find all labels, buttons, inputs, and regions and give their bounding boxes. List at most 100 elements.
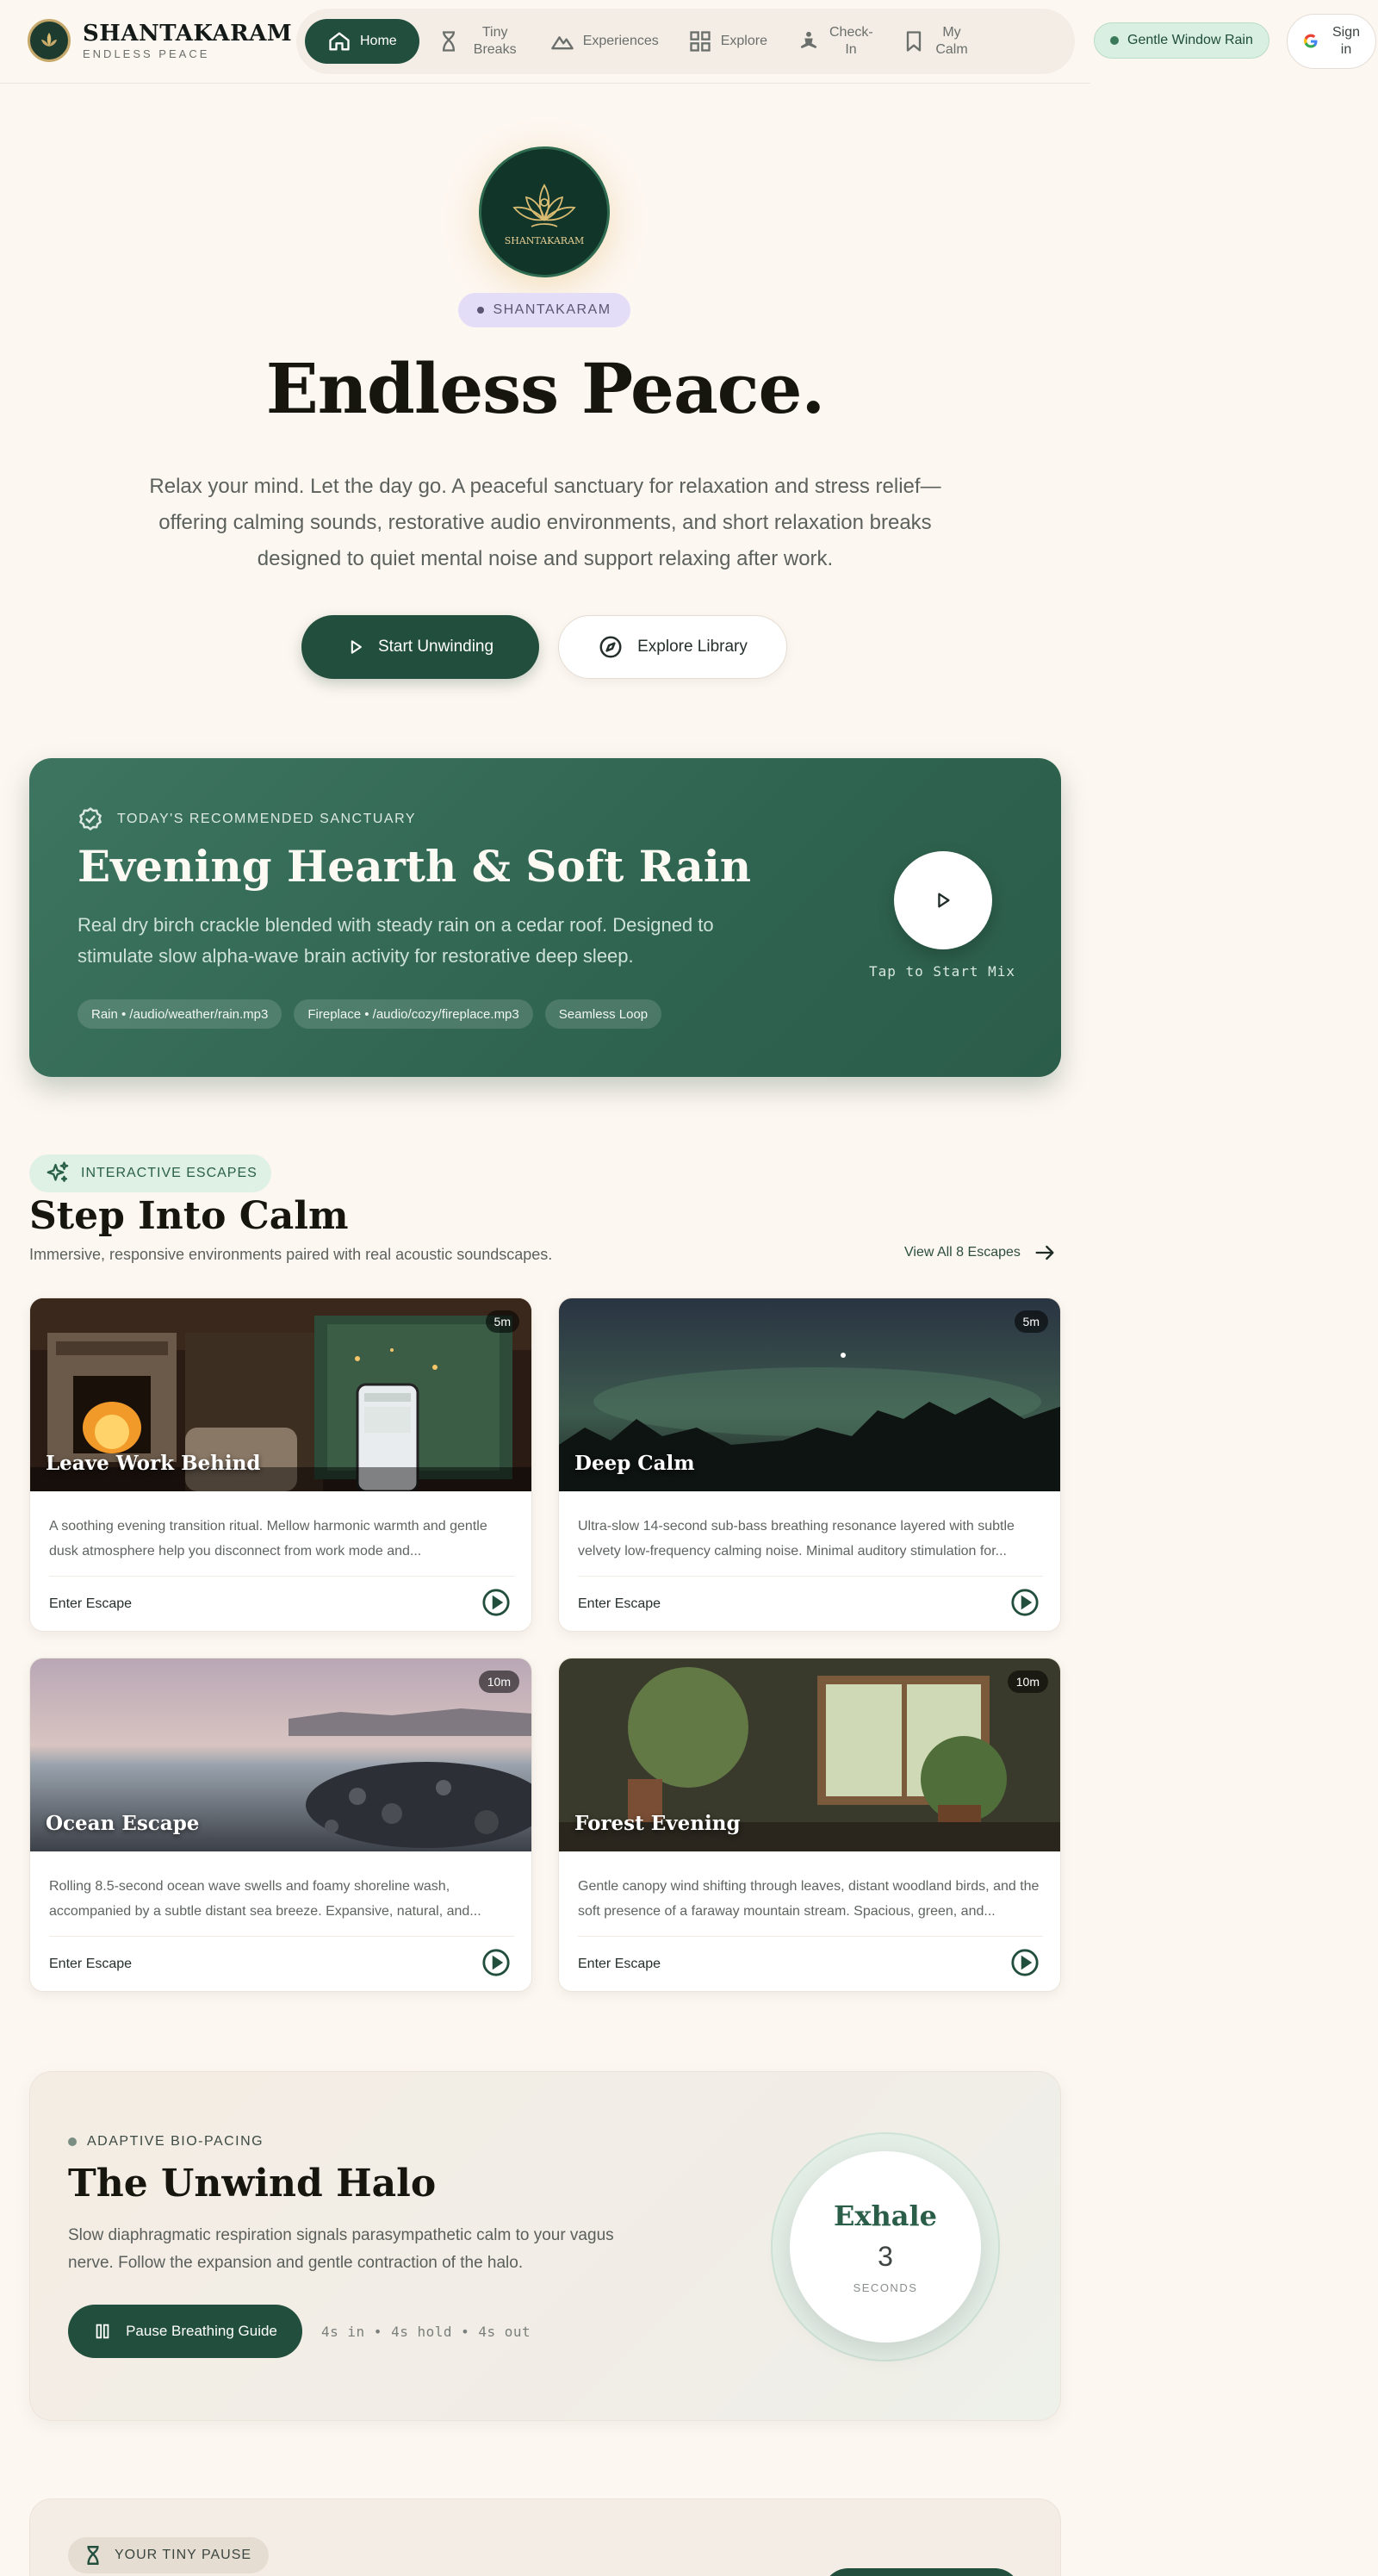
play-circle-icon[interactable] — [481, 1948, 511, 1977]
tiny-pause-button[interactable] — [822, 2568, 1021, 2576]
start-mix-label: Tap to Start Mix — [868, 963, 1016, 980]
explore-library-button[interactable]: Explore Library — [558, 615, 787, 679]
header-divider — [0, 83, 1090, 84]
card-title: Deep Calm — [574, 1452, 695, 1475]
escape-card-ocean-escape[interactable]: 10m Ocean Escape Rolling 8.5-second ocea… — [29, 1658, 532, 1992]
brand-subtitle: ENDLESS PEACE — [83, 47, 210, 60]
play-icon — [938, 893, 950, 908]
tag-fireplace: Fireplace • /audio/cozy/fireplace.mp3 — [294, 999, 533, 1029]
duration-badge: 5m — [1014, 1310, 1048, 1333]
brand-name: SHANTAKARAM — [83, 21, 293, 47]
duration-badge: 5m — [485, 1310, 519, 1333]
start-unwinding-button[interactable]: Start Unwinding — [301, 615, 539, 679]
breath-phase: Exhale — [834, 2200, 937, 2232]
card-description: Gentle canopy wind shifting through leav… — [578, 1879, 1040, 1919]
tag-rain: Rain • /audio/weather/rain.mp3 — [78, 999, 282, 1029]
nav-item-experiences[interactable]: Experiences — [538, 19, 671, 64]
seal-text: SHANTAKARAM — [504, 234, 585, 246]
card-divider — [49, 1576, 514, 1577]
nav-item-tiny-breaks[interactable]: Tiny Breaks — [425, 19, 533, 64]
halo-description: Slow diaphragmatic respiration signals p… — [68, 2226, 614, 2272]
enter-escape-label[interactable]: Enter Escape — [49, 1596, 132, 1612]
escapes-subtitle: Immersive, responsive environments paire… — [29, 1246, 553, 1263]
escapes-badge-label: INTERACTIVE ESCAPES — [81, 1166, 258, 1180]
pause-breathing-guide-button[interactable]: Pause Breathing Guide — [68, 2305, 302, 2358]
recommended-kicker-label: TODAY'S RECOMMENDED SANCTUARY — [117, 812, 417, 826]
now-playing-label: Gentle Window Rain — [1127, 33, 1253, 47]
play-circle-icon[interactable] — [481, 1588, 511, 1617]
nav-label: My Calm — [935, 25, 968, 57]
now-playing-dot — [1110, 36, 1119, 45]
recommended-tags: Rain • /audio/weather/rain.mp3 Fireplace… — [78, 999, 673, 1029]
google-icon — [1304, 34, 1318, 48]
home-icon — [329, 32, 350, 51]
play-circle-icon[interactable] — [1010, 1948, 1040, 1977]
nav-item-explore[interactable]: Explore — [676, 19, 779, 64]
tiny-pause-badge: YOUR TINY PAUSE — [68, 2537, 270, 2573]
nav-item-check-in[interactable]: Check-In — [785, 19, 885, 64]
compass-icon — [599, 636, 622, 658]
escapes-title: Step Into Calm — [29, 1194, 349, 1238]
enter-escape-label[interactable]: Enter Escape — [578, 1957, 661, 1972]
sign-in-label: Sign in — [1331, 25, 1361, 57]
breathing-halo: Exhale 3 SECONDS — [790, 2151, 981, 2343]
nav-item-home[interactable]: Home — [305, 19, 419, 64]
badge-dot — [477, 307, 485, 314]
kicker-dot — [68, 2137, 77, 2146]
play-icon — [351, 640, 362, 654]
enter-escape-label[interactable]: Enter Escape — [49, 1957, 132, 1972]
escape-card-forest-evening[interactable]: 10m Forest Evening Gentle canopy wind sh… — [558, 1658, 1061, 1992]
card-divider — [49, 1936, 514, 1937]
recommended-kicker: TODAY'S RECOMMENDED SANCTUARY — [78, 806, 416, 832]
nav-label: Check-In — [829, 25, 873, 57]
unwind-halo-section: ADAPTIVE BIO-PACING The Unwind Halo Slow… — [29, 2071, 1061, 2421]
hero-badge-label: SHANTAKARAM — [493, 302, 611, 317]
hourglass-icon — [87, 2546, 99, 2565]
view-all-label: View All 8 Escapes — [904, 1245, 1021, 1260]
start-mix-button[interactable] — [894, 851, 992, 949]
grid-icon — [690, 31, 711, 52]
halo-kicker: ADAPTIVE BIO-PACING — [68, 2134, 264, 2150]
halo-kicker-label: ADAPTIVE BIO-PACING — [87, 2134, 264, 2149]
duration-badge: 10m — [478, 1671, 519, 1693]
card-title: Forest Evening — [574, 1812, 741, 1835]
escapes-badge: INTERACTIVE ESCAPES — [29, 1154, 271, 1192]
card-title: Leave Work Behind — [46, 1452, 261, 1475]
breathing-timing: 4s in • 4s hold • 4s out — [321, 2324, 531, 2340]
arrow-right-icon — [1035, 1245, 1054, 1260]
duration-badge: 10m — [1007, 1671, 1048, 1693]
tiny-pause-badge-label: YOUR TINY PAUSE — [115, 2548, 252, 2562]
main-nav: Home Tiny Breaks Experiences Explore Che… — [296, 9, 1075, 74]
mountain-icon — [550, 36, 574, 50]
recommended-description: Real dry birch crackle blended with stea… — [78, 914, 714, 967]
nav-item-my-calm[interactable]: My Calm — [890, 19, 981, 64]
recommended-sanctuary-card: TODAY'S RECOMMENDED SANCTUARY Evening He… — [29, 758, 1061, 1077]
tag-seamless-loop: Seamless Loop — [544, 999, 662, 1029]
nav-label: Tiny Breaks — [473, 25, 517, 57]
hero-description: Relax your mind. Let the day go. A peace… — [149, 475, 941, 570]
brand-logo-icon — [28, 19, 71, 62]
play-circle-icon[interactable] — [1010, 1588, 1040, 1617]
nav-label: Home — [360, 34, 397, 48]
tiny-pause-section: YOUR TINY PAUSE — [29, 2498, 1061, 2576]
escape-card-leave-work-behind[interactable]: 5m Leave Work Behind A soothing evening … — [29, 1297, 532, 1632]
nav-label: Experiences — [582, 34, 659, 48]
recommended-title: Evening Hearth & Soft Rain — [78, 841, 752, 892]
verified-badge-icon — [79, 807, 102, 831]
card-divider — [578, 1936, 1043, 1937]
sign-in-button[interactable]: Sign in — [1287, 14, 1376, 69]
halo-title: The Unwind Halo — [68, 2162, 437, 2206]
bookmark-icon — [906, 31, 922, 52]
view-all-escapes-link[interactable]: View All 8 Escapes — [904, 1241, 1057, 1265]
card-title: Ocean Escape — [46, 1812, 200, 1835]
meditation-icon — [800, 31, 817, 49]
brand[interactable]: SHANTAKARAM ENDLESS PEACE — [28, 19, 292, 62]
start-unwinding-label: Start Unwinding — [377, 638, 494, 656]
pause-breathing-label: Pause Breathing Guide — [126, 2323, 277, 2339]
pause-icon — [96, 2324, 109, 2339]
enter-escape-label[interactable]: Enter Escape — [578, 1596, 661, 1612]
top-header: SHANTAKARAM ENDLESS PEACE Home Tiny Brea… — [0, 0, 1378, 83]
escape-card-deep-calm[interactable]: 5m Deep Calm Ultra-slow 14-second sub-ba… — [558, 1297, 1061, 1632]
now-playing-pill[interactable]: Gentle Window Rain — [1094, 22, 1269, 59]
hero-seal: SHANTAKARAM — [479, 146, 610, 277]
